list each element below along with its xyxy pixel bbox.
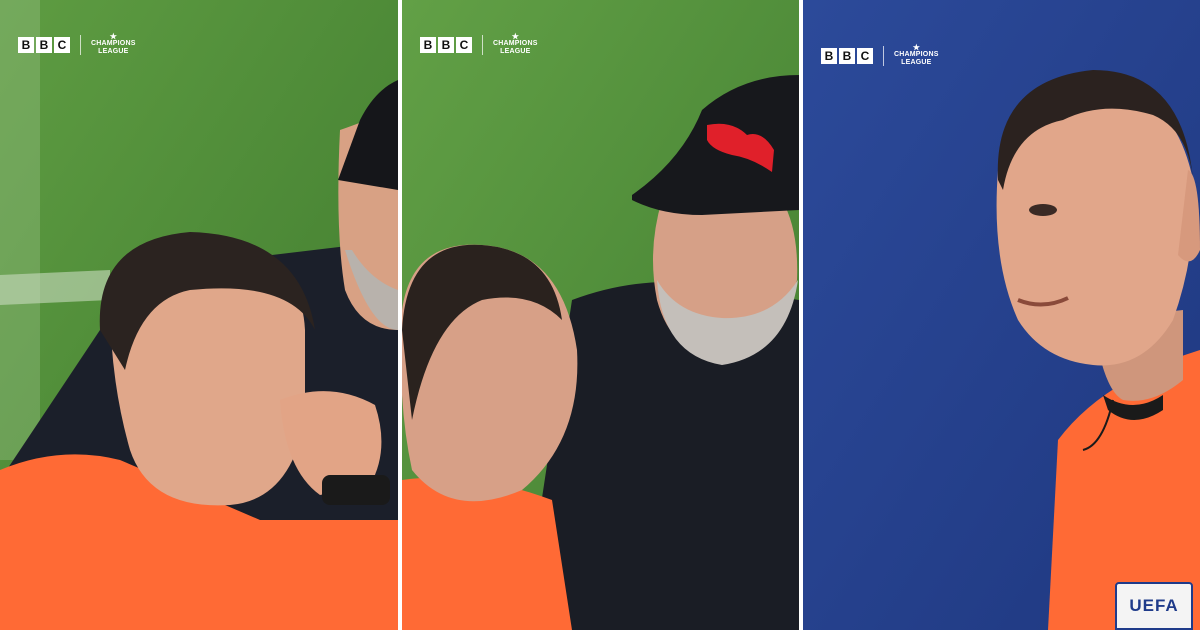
broadcast-logo-bar: B B C ★ CHAMPIONS LEAGUE <box>821 44 939 67</box>
bbc-letter: C <box>456 36 472 53</box>
coach-consoling-referee-scene <box>402 0 799 630</box>
logo-divider <box>883 45 884 66</box>
referee-watch <box>322 475 390 505</box>
starball-icon: ★ <box>109 32 117 41</box>
logo-divider <box>482 34 483 55</box>
bbc-logo: B B C <box>821 47 873 64</box>
starball-icon: ★ <box>912 43 920 52</box>
logo-divider <box>80 34 81 55</box>
starball-icon: ★ <box>511 32 519 41</box>
referee-eye <box>1029 204 1057 216</box>
bbc-letter: C <box>54 36 70 53</box>
bbc-letter: B <box>36 36 52 53</box>
bbc-letter: B <box>839 47 855 64</box>
bbc-letter: C <box>857 47 873 64</box>
ucl-line2: LEAGUE <box>901 59 932 66</box>
pitch-line-horizontal <box>0 270 110 305</box>
bbc-letter: B <box>821 47 837 64</box>
photo-panel-2: B B C ★ CHAMPIONS LEAGUE <box>402 0 799 630</box>
uefa-sleeve-badge: UEFA <box>1115 582 1193 630</box>
ucl-line2: LEAGUE <box>98 48 129 55</box>
champions-league-logo: ★ CHAMPIONS LEAGUE <box>91 33 136 56</box>
photo-panel-1: B B C ★ CHAMPIONS LEAGUE <box>0 0 398 630</box>
referee-shirt <box>402 477 572 630</box>
champions-league-logo: ★ CHAMPIONS LEAGUE <box>493 33 538 56</box>
photo-panel-3: B B C ★ CHAMPIONS LEAGUE UEFA <box>803 0 1200 630</box>
broadcast-logo-bar: B B C ★ CHAMPIONS LEAGUE <box>18 33 136 56</box>
bbc-letter: B <box>18 36 34 53</box>
referee-close-up-scene <box>803 0 1200 630</box>
bbc-logo: B B C <box>420 36 472 53</box>
ucl-line1: CHAMPIONS <box>493 40 538 47</box>
ucl-line2: LEAGUE <box>500 48 531 55</box>
bbc-letter: B <box>420 36 436 53</box>
bbc-logo: B B C <box>18 36 70 53</box>
bbc-letter: B <box>438 36 454 53</box>
champions-league-logo: ★ CHAMPIONS LEAGUE <box>894 44 939 67</box>
pitch-line-vertical <box>0 0 40 460</box>
ucl-line1: CHAMPIONS <box>91 40 136 47</box>
ucl-line1: CHAMPIONS <box>894 51 939 58</box>
referee-wiping-eye-scene <box>0 0 398 630</box>
broadcast-logo-bar: B B C ★ CHAMPIONS LEAGUE <box>420 33 538 56</box>
